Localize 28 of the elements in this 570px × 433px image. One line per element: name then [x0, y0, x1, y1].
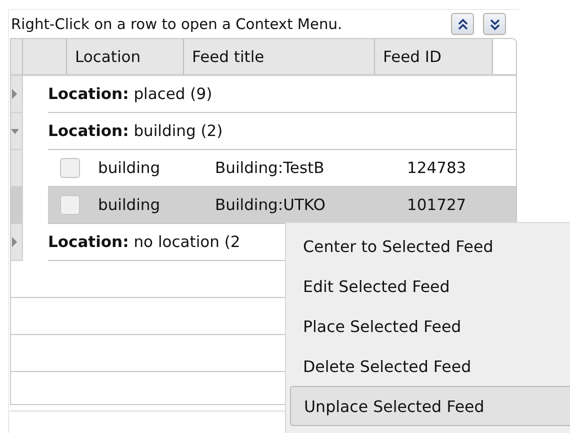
collapse-all-button[interactable]	[451, 13, 474, 35]
menu-item[interactable]: Unplace Selected Feed	[290, 386, 570, 426]
menu-item[interactable]: Center to Selected Feed	[286, 226, 570, 266]
column-header[interactable]: Feed title	[184, 39, 375, 74]
menu-item[interactable]: Delete Selected Feed	[286, 346, 570, 386]
table-cell-text: Building:UTKO	[215, 196, 326, 214]
expand-arrow-icon[interactable]	[11, 237, 18, 247]
group-label: Location: placed (9)	[48, 85, 212, 103]
table-cell: 101727	[407, 196, 466, 214]
checkbox[interactable]	[60, 195, 80, 215]
table-row[interactable]: building Building:UTKO 101727	[48, 187, 516, 224]
collapse-arrow-icon[interactable]	[11, 127, 19, 135]
expand-arrow-icon[interactable]	[11, 89, 18, 99]
column-header[interactable]: Feed ID	[375, 39, 493, 74]
menu-item[interactable]: Edit Selected Feed	[286, 266, 570, 306]
double-chevron-down-icon	[488, 16, 502, 32]
group-label: Location: building (2)	[48, 122, 223, 140]
double-chevron-up-icon	[456, 16, 470, 32]
table-cell-text: building	[98, 196, 162, 214]
table-cell: 124783	[407, 159, 466, 177]
expand-all-button[interactable]	[483, 13, 506, 35]
column-header[interactable]: Location	[67, 39, 184, 74]
menu-item[interactable]: Place Selected Feed	[286, 306, 570, 346]
hint-text: Right-Click on a row to open a Context Menu.	[11, 16, 344, 32]
table-cell-text: building	[98, 159, 162, 177]
group-label: Location: no location (2	[48, 233, 240, 251]
checkbox[interactable]	[60, 158, 80, 178]
table-cell-text: Building:TestB	[215, 159, 326, 177]
